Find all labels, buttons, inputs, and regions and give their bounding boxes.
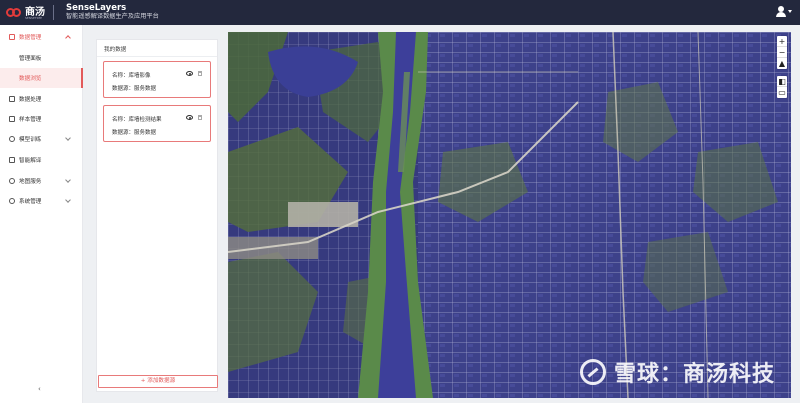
header-divider	[53, 5, 54, 20]
infinity-logo-icon	[6, 8, 22, 17]
snowball-logo-icon	[579, 359, 606, 385]
watermark: 雪球：商汤科技	[579, 356, 775, 388]
compass-button[interactable]: ▲	[777, 58, 787, 69]
data-card-name: 名称：库墙检测结果	[112, 117, 162, 123]
sidebar-item-label: 地图服务	[19, 179, 42, 185]
sidebar-item-data-management[interactable]: 数据管理	[0, 27, 83, 47]
map-imagery	[228, 32, 791, 398]
sidebar-item-label: 样本管理	[19, 117, 42, 123]
caret-down-icon	[788, 10, 792, 13]
sidebar-item-map-service[interactable]: 地图服务	[0, 171, 83, 191]
app-title: SenseLayers	[66, 3, 127, 13]
chevron-down-icon	[65, 135, 71, 141]
screen-icon	[9, 157, 15, 163]
sidebar-item-label: 数据处理	[19, 97, 42, 103]
fullscreen-button[interactable]: ▭	[777, 87, 787, 98]
sidebar-item-label: 数据管理	[19, 35, 42, 41]
gear-icon	[9, 198, 15, 204]
zoom-out-button[interactable]: −	[777, 47, 787, 58]
chevron-up-icon	[65, 35, 71, 41]
watermark-text: 雪球：商汤科技	[613, 362, 775, 387]
user-icon	[776, 6, 786, 17]
data-card-source: 数据源：服务数据	[112, 86, 157, 92]
panel-title: 我的数据	[104, 47, 127, 53]
map-tools: ◧ ▭	[777, 76, 787, 98]
user-menu[interactable]	[776, 6, 792, 17]
sidebar-item-management-panel[interactable]: 管理面板	[0, 48, 83, 68]
satellite-map[interactable]: + − ▲ ◧ ▭ 雪球：商汤科技	[228, 32, 791, 398]
sidebar: 数据管理 管理面板 数据浏览 数据处理 样本管理 模型训练 智能解译 地图服务 …	[0, 25, 83, 403]
collapse-sidebar-icon[interactable]: ‹	[38, 385, 41, 393]
grid-icon	[9, 116, 15, 122]
data-card[interactable]: 名称：库墙检测结果 数据源：服务数据	[103, 105, 211, 142]
sidebar-item-label: 系统管理	[19, 199, 42, 205]
add-data-source-button[interactable]: + 添加数据源	[98, 375, 218, 388]
zoom-in-button[interactable]: +	[777, 36, 787, 47]
zoom-controls: + − ▲	[777, 36, 787, 69]
chevron-down-icon	[65, 177, 71, 183]
data-card-source: 数据源：服务数据	[112, 130, 157, 136]
eye-icon[interactable]	[186, 115, 193, 120]
app-subtitle: 智能遥感解译数据生产及应用平台	[66, 13, 159, 20]
grid-icon	[9, 96, 15, 102]
my-data-panel: 我的数据 名称：库墙影像 数据源：服务数据 名称：库墙检测结果 数据源：服务数据…	[96, 39, 218, 392]
top-bar: 商汤 SENSETIME SenseLayers 智能遥感解译数据生产及应用平台	[0, 0, 800, 25]
sidebar-item-label: 管理面板	[19, 56, 42, 62]
data-card[interactable]: 名称：库墙影像 数据源：服务数据	[103, 61, 211, 98]
trash-icon[interactable]	[198, 71, 202, 76]
sidebar-item-label: 数据浏览	[19, 76, 42, 82]
panel-divider	[97, 56, 217, 57]
sidebar-item-system-management[interactable]: 系统管理	[0, 191, 83, 211]
trash-icon[interactable]	[198, 115, 202, 120]
folder-icon	[9, 34, 15, 40]
gear-icon	[9, 136, 15, 142]
globe-icon	[9, 178, 15, 184]
sidebar-item-data-processing[interactable]: 数据处理	[0, 89, 83, 109]
sidebar-item-sample-management[interactable]: 样本管理	[0, 109, 83, 129]
sidebar-item-label: 模型训练	[19, 137, 42, 143]
sidebar-item-model-training[interactable]: 模型训练	[0, 129, 83, 149]
data-card-name: 名称：库墙影像	[112, 73, 151, 79]
chevron-down-icon	[65, 197, 71, 203]
sidebar-item-label: 智能解译	[19, 158, 42, 164]
sidebar-item-data-browse[interactable]: 数据浏览	[0, 68, 83, 88]
sidebar-item-smart-interpretation[interactable]: 智能解译	[0, 150, 83, 170]
eye-icon[interactable]	[186, 71, 193, 76]
layer-compare-button[interactable]: ◧	[777, 76, 787, 87]
logo-subtext: SENSETIME	[25, 16, 43, 20]
